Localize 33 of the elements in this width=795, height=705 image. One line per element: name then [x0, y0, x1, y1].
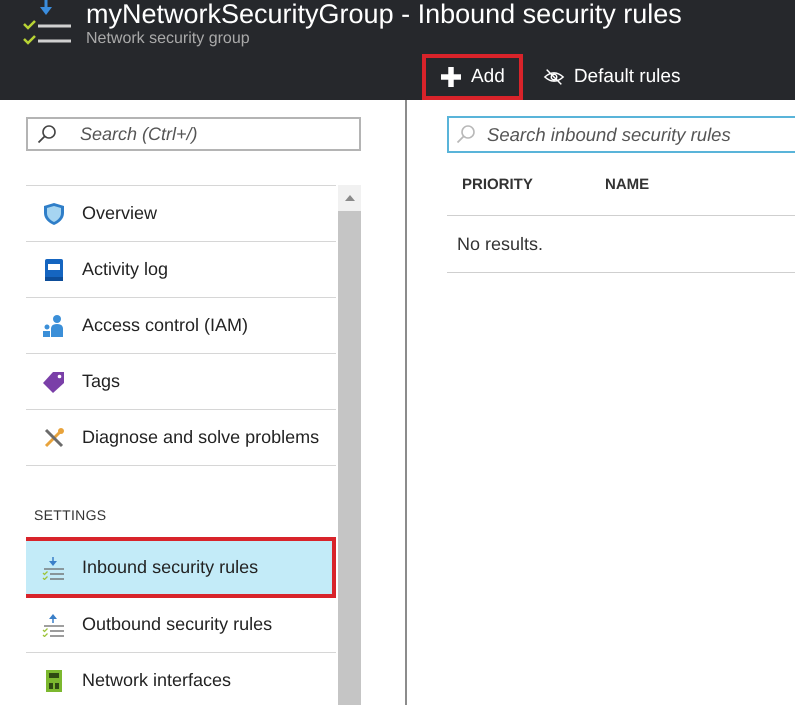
sidebar-item[interactable]: Activity log	[26, 242, 336, 298]
search-field[interactable]: Search inbound security rules	[447, 116, 795, 153]
scroll-up-button[interactable]	[338, 185, 361, 211]
column-header: PRIORITY	[462, 176, 534, 192]
people-icon	[42, 314, 66, 338]
caret-up-icon	[344, 195, 354, 201]
sidebar-item[interactable]: Inbound security rules	[26, 537, 336, 598]
tag-icon	[42, 370, 66, 394]
section-heading: SETTINGS	[34, 507, 106, 523]
eye-slash-icon	[542, 67, 565, 87]
page-title: myNetworkSecurityGroup - Inbound security rules	[86, 0, 682, 30]
sidebar-item[interactable]: Outbound security rules	[26, 597, 336, 653]
empty-message: No results.	[457, 234, 544, 254]
sidebar-item[interactable]: Overview	[26, 186, 336, 242]
column-header: NAME	[605, 176, 650, 192]
sidebar-item[interactable]: Tags	[26, 354, 336, 410]
shield-icon	[42, 202, 66, 226]
list-up-arrow-icon	[42, 612, 66, 636]
list-down-arrow-icon	[42, 556, 66, 580]
tools-icon	[42, 426, 66, 450]
plus-icon	[440, 67, 462, 87]
add-button[interactable]: Add	[422, 54, 523, 100]
search-icon	[37, 124, 57, 144]
book-icon	[42, 258, 66, 282]
search-field[interactable]: Search (Ctrl+/)	[26, 117, 361, 151]
search-icon	[456, 124, 476, 144]
sidebar-item[interactable]: Access control (IAM)	[26, 298, 336, 354]
toolbar-button[interactable]: Default rules	[524, 54, 698, 100]
sidebar-item[interactable]: Network interfaces	[26, 653, 336, 705]
scrollbar[interactable]	[338, 185, 361, 705]
checklist-arrow-icon	[22, 0, 72, 46]
sidebar-item[interactable]: Diagnose and solve problems	[26, 410, 336, 466]
subtitle: Network security group	[86, 30, 250, 48]
